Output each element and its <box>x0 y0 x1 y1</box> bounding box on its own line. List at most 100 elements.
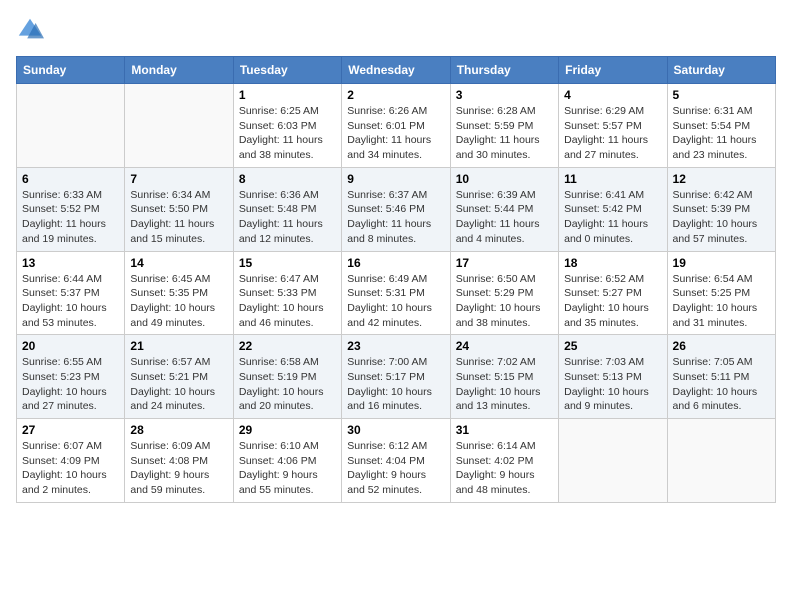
calendar-cell: 1Sunrise: 6:25 AM Sunset: 6:03 PM Daylig… <box>233 84 341 168</box>
day-number: 6 <box>22 172 119 186</box>
calendar-cell: 6 Sunrise: 6:33 AM Sunset: 5:52 PM Daylig… <box>17 167 125 251</box>
weekday-header-tuesday: Tuesday <box>233 57 341 84</box>
day-info: Sunrise: 6:42 AM Sunset: 5:39 PM Dayligh… <box>673 188 770 247</box>
calendar-week-row: 13Sunrise: 6:44 AM Sunset: 5:37 PM Dayli… <box>17 251 776 335</box>
day-number: 11 <box>564 172 661 186</box>
day-number: 15 <box>239 256 336 270</box>
calendar-cell: 7 Sunrise: 6:34 AM Sunset: 5:50 PM Daylig… <box>125 167 233 251</box>
weekday-header-monday: Monday <box>125 57 233 84</box>
calendar-cell: 23Sunrise: 7:00 AM Sunset: 5:17 PM Dayli… <box>342 335 450 419</box>
day-info: Sunrise: 6:12 AM Sunset: 4:04 PM Dayligh… <box>347 439 444 498</box>
calendar-cell: 12 Sunrise: 6:42 AM Sunset: 5:39 PM Dayli… <box>667 167 775 251</box>
calendar-cell: 18 Sunrise: 6:52 AM Sunset: 5:27 PM Dayli… <box>559 251 667 335</box>
day-info: Sunrise: 6:49 AM Sunset: 5:31 PM Dayligh… <box>347 272 444 331</box>
day-info: Sunrise: 6:52 AM Sunset: 5:27 PM Dayligh… <box>564 272 661 331</box>
day-info: Sunrise: 6:25 AM Sunset: 6:03 PM Dayligh… <box>239 104 336 163</box>
calendar-table: SundayMondayTuesdayWednesdayThursdayFrid… <box>16 56 776 503</box>
day-info: Sunrise: 6:26 AM Sunset: 6:01 PM Dayligh… <box>347 104 444 163</box>
calendar-week-row: 6 Sunrise: 6:33 AM Sunset: 5:52 PM Daylig… <box>17 167 776 251</box>
calendar-cell: 17Sunrise: 6:50 AM Sunset: 5:29 PM Dayli… <box>450 251 558 335</box>
day-info: Sunrise: 6:09 AM Sunset: 4:08 PM Dayligh… <box>130 439 227 498</box>
logo <box>16 16 48 44</box>
calendar-cell: 29 Sunrise: 6:10 AM Sunset: 4:06 PM Dayli… <box>233 419 341 503</box>
day-number: 5 <box>673 88 770 102</box>
day-info: Sunrise: 6:55 AM Sunset: 5:23 PM Dayligh… <box>22 355 119 414</box>
day-number: 18 <box>564 256 661 270</box>
calendar-cell: 10 Sunrise: 6:39 AM Sunset: 5:44 PM Dayli… <box>450 167 558 251</box>
calendar-cell: 9 Sunrise: 6:37 AM Sunset: 5:46 PM Daylig… <box>342 167 450 251</box>
calendar-week-row: 1Sunrise: 6:25 AM Sunset: 6:03 PM Daylig… <box>17 84 776 168</box>
calendar-cell: 24 Sunrise: 7:02 AM Sunset: 5:15 PM Dayli… <box>450 335 558 419</box>
day-number: 4 <box>564 88 661 102</box>
day-number: 9 <box>347 172 444 186</box>
day-number: 13 <box>22 256 119 270</box>
weekday-header-friday: Friday <box>559 57 667 84</box>
day-info: Sunrise: 6:41 AM Sunset: 5:42 PM Dayligh… <box>564 188 661 247</box>
day-info: Sunrise: 6:31 AM Sunset: 5:54 PM Dayligh… <box>673 104 770 163</box>
day-number: 17 <box>456 256 553 270</box>
calendar-cell: 16 Sunrise: 6:49 AM Sunset: 5:31 PM Dayli… <box>342 251 450 335</box>
calendar-cell: 11 Sunrise: 6:41 AM Sunset: 5:42 PM Dayli… <box>559 167 667 251</box>
calendar-cell: 20 Sunrise: 6:55 AM Sunset: 5:23 PM Dayli… <box>17 335 125 419</box>
day-number: 30 <box>347 423 444 437</box>
day-info: Sunrise: 7:02 AM Sunset: 5:15 PM Dayligh… <box>456 355 553 414</box>
calendar-cell: 22Sunrise: 6:58 AM Sunset: 5:19 PM Dayli… <box>233 335 341 419</box>
calendar-cell <box>17 84 125 168</box>
day-number: 20 <box>22 339 119 353</box>
day-number: 28 <box>130 423 227 437</box>
calendar-week-row: 27Sunrise: 6:07 AM Sunset: 4:09 PM Dayli… <box>17 419 776 503</box>
calendar-cell: 26 Sunrise: 7:05 AM Sunset: 5:11 PM Dayli… <box>667 335 775 419</box>
day-info: Sunrise: 6:14 AM Sunset: 4:02 PM Dayligh… <box>456 439 553 498</box>
day-number: 10 <box>456 172 553 186</box>
day-number: 8 <box>239 172 336 186</box>
day-number: 22 <box>239 339 336 353</box>
day-info: Sunrise: 6:36 AM Sunset: 5:48 PM Dayligh… <box>239 188 336 247</box>
calendar-cell: 25Sunrise: 7:03 AM Sunset: 5:13 PM Dayli… <box>559 335 667 419</box>
calendar-week-row: 20 Sunrise: 6:55 AM Sunset: 5:23 PM Dayli… <box>17 335 776 419</box>
day-number: 3 <box>456 88 553 102</box>
day-number: 2 <box>347 88 444 102</box>
calendar-cell: 13Sunrise: 6:44 AM Sunset: 5:37 PM Dayli… <box>17 251 125 335</box>
calendar-cell: 3 Sunrise: 6:28 AM Sunset: 5:59 PM Daylig… <box>450 84 558 168</box>
day-info: Sunrise: 7:00 AM Sunset: 5:17 PM Dayligh… <box>347 355 444 414</box>
day-number: 31 <box>456 423 553 437</box>
day-info: Sunrise: 6:10 AM Sunset: 4:06 PM Dayligh… <box>239 439 336 498</box>
calendar-cell <box>125 84 233 168</box>
day-number: 12 <box>673 172 770 186</box>
day-info: Sunrise: 6:37 AM Sunset: 5:46 PM Dayligh… <box>347 188 444 247</box>
calendar-cell <box>559 419 667 503</box>
calendar-cell: 30 Sunrise: 6:12 AM Sunset: 4:04 PM Dayli… <box>342 419 450 503</box>
day-info: Sunrise: 6:39 AM Sunset: 5:44 PM Dayligh… <box>456 188 553 247</box>
calendar-cell: 31 Sunrise: 6:14 AM Sunset: 4:02 PM Dayli… <box>450 419 558 503</box>
logo-icon <box>16 16 44 44</box>
calendar-cell: 4 Sunrise: 6:29 AM Sunset: 5:57 PM Daylig… <box>559 84 667 168</box>
day-info: Sunrise: 6:29 AM Sunset: 5:57 PM Dayligh… <box>564 104 661 163</box>
day-number: 24 <box>456 339 553 353</box>
calendar-cell: 14 Sunrise: 6:45 AM Sunset: 5:35 PM Dayli… <box>125 251 233 335</box>
day-number: 7 <box>130 172 227 186</box>
day-info: Sunrise: 6:47 AM Sunset: 5:33 PM Dayligh… <box>239 272 336 331</box>
day-info: Sunrise: 7:03 AM Sunset: 5:13 PM Dayligh… <box>564 355 661 414</box>
day-number: 26 <box>673 339 770 353</box>
day-info: Sunrise: 6:34 AM Sunset: 5:50 PM Dayligh… <box>130 188 227 247</box>
day-number: 21 <box>130 339 227 353</box>
calendar-cell: 8 Sunrise: 6:36 AM Sunset: 5:48 PM Daylig… <box>233 167 341 251</box>
weekday-header-sunday: Sunday <box>17 57 125 84</box>
day-number: 16 <box>347 256 444 270</box>
weekday-header-saturday: Saturday <box>667 57 775 84</box>
calendar-cell: 5 Sunrise: 6:31 AM Sunset: 5:54 PM Daylig… <box>667 84 775 168</box>
day-info: Sunrise: 6:57 AM Sunset: 5:21 PM Dayligh… <box>130 355 227 414</box>
day-info: Sunrise: 7:05 AM Sunset: 5:11 PM Dayligh… <box>673 355 770 414</box>
calendar-cell: 28 Sunrise: 6:09 AM Sunset: 4:08 PM Dayli… <box>125 419 233 503</box>
day-number: 14 <box>130 256 227 270</box>
day-info: Sunrise: 6:54 AM Sunset: 5:25 PM Dayligh… <box>673 272 770 331</box>
day-number: 19 <box>673 256 770 270</box>
day-number: 29 <box>239 423 336 437</box>
calendar-header-row: SundayMondayTuesdayWednesdayThursdayFrid… <box>17 57 776 84</box>
day-info: Sunrise: 6:45 AM Sunset: 5:35 PM Dayligh… <box>130 272 227 331</box>
day-info: Sunrise: 6:33 AM Sunset: 5:52 PM Dayligh… <box>22 188 119 247</box>
calendar-cell: 19 Sunrise: 6:54 AM Sunset: 5:25 PM Dayli… <box>667 251 775 335</box>
calendar-cell <box>667 419 775 503</box>
weekday-header-thursday: Thursday <box>450 57 558 84</box>
day-info: Sunrise: 6:28 AM Sunset: 5:59 PM Dayligh… <box>456 104 553 163</box>
